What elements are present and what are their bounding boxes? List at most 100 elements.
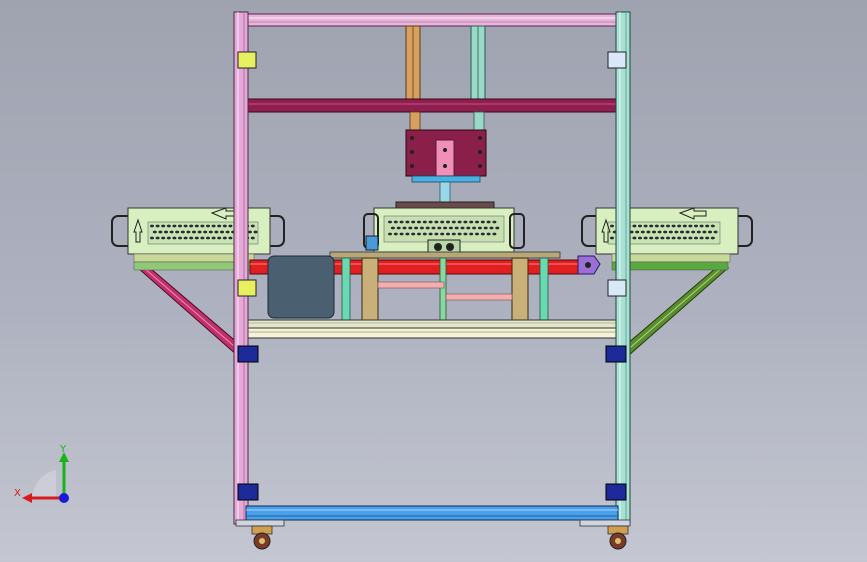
cross-beam[interactable] [245, 98, 619, 113]
vent-hole [172, 236, 177, 240]
table-legs[interactable] [341, 257, 549, 323]
vertical-guide-left[interactable] [405, 25, 421, 101]
vent-hole [460, 226, 465, 230]
vent-hole [680, 230, 684, 234]
vent-hole [206, 224, 210, 228]
vent-hole [635, 230, 640, 234]
right-frame-post[interactable] [615, 11, 631, 525]
top-beam[interactable] [243, 13, 621, 27]
vent-hole [448, 226, 453, 230]
vent-hole [161, 224, 166, 228]
right-side-brace[interactable] [619, 267, 730, 357]
center-machine[interactable] [363, 201, 525, 255]
vent-hole [431, 226, 436, 230]
platform[interactable] [245, 319, 619, 339]
assembly-drawing[interactable] [0, 0, 867, 562]
vent-hole [457, 232, 462, 236]
vent-hole [388, 220, 392, 224]
vent-hole [161, 236, 166, 240]
vent-hole [183, 236, 188, 240]
vent-hole [402, 226, 407, 230]
vent-hole [646, 230, 651, 234]
vent-hole [422, 232, 427, 236]
vent-hole [446, 220, 450, 224]
vent-hole [440, 232, 445, 236]
right-caster-wheel[interactable] [607, 525, 629, 550]
vent-hole [425, 226, 430, 230]
vent-hole [486, 220, 491, 224]
vent-hole [200, 236, 205, 240]
vent-hole [469, 220, 474, 224]
vent-hole [475, 220, 479, 224]
vent-hole [489, 226, 494, 230]
vent-hole [155, 224, 160, 228]
vent-hole [417, 232, 421, 236]
vent-hole [189, 236, 194, 240]
vent-hole [189, 224, 194, 228]
vent-hole [495, 226, 500, 230]
vent-hole [428, 232, 433, 236]
vent-hole [463, 220, 468, 224]
bottom-beam[interactable] [235, 505, 631, 527]
vent-hole [211, 236, 216, 240]
left-side-brace[interactable] [136, 267, 247, 357]
vent-hole [466, 226, 471, 230]
vent-hole [169, 230, 174, 234]
vent-hole [250, 236, 255, 240]
vent-hole [685, 230, 690, 234]
vent-hole [158, 230, 163, 234]
vent-hole [677, 224, 682, 228]
vent-hole [208, 230, 213, 234]
vent-hole [660, 224, 665, 228]
vent-hole [175, 230, 180, 234]
vent-hole [674, 230, 679, 234]
vent-hole [640, 230, 645, 234]
vent-hole [411, 232, 416, 236]
vent-hole [480, 220, 485, 224]
vent-hole [393, 232, 398, 236]
vent-hole [688, 224, 693, 228]
vent-hole [228, 224, 233, 228]
vent-hole [694, 236, 698, 240]
vent-hole [155, 236, 160, 240]
vent-hole [632, 224, 637, 228]
left-frame-post[interactable] [233, 11, 249, 525]
vent-hole [446, 232, 450, 236]
vent-hole [671, 224, 676, 228]
vent-hole [663, 230, 668, 234]
cad-viewport[interactable]: Y X [0, 0, 867, 562]
vent-hole [654, 236, 659, 240]
vent-hole [666, 224, 670, 228]
vent-hole [475, 232, 479, 236]
vertical-guide-right[interactable] [470, 25, 486, 101]
vent-hole [206, 236, 210, 240]
vent-hole [486, 232, 491, 236]
press-head[interactable] [405, 129, 487, 203]
y-axis-label: Y [59, 444, 67, 455]
vent-hole [388, 232, 392, 236]
dark-cabinet[interactable] [267, 255, 335, 319]
vent-hole [443, 226, 448, 230]
vent-hole [677, 236, 682, 240]
vent-hole [172, 224, 177, 228]
vent-hole [643, 224, 648, 228]
vent-hole [220, 230, 224, 234]
vent-hole [228, 236, 233, 240]
vent-hole [183, 224, 188, 228]
vent-hole [194, 224, 199, 228]
vent-hole [492, 220, 497, 224]
vent-hole [440, 220, 445, 224]
right-feeder-unit[interactable] [581, 207, 753, 271]
vent-hole [477, 226, 482, 230]
vent-hole [178, 224, 182, 228]
vent-hole [451, 220, 456, 224]
z-axis-dot-icon [59, 493, 69, 503]
vent-hole [222, 236, 227, 240]
vent-hole [451, 232, 456, 236]
vent-hole [186, 230, 191, 234]
vent-hole [408, 226, 413, 230]
vent-hole [472, 226, 477, 230]
vent-hole [419, 226, 424, 230]
vent-hole [705, 236, 710, 240]
left-caster-wheel[interactable] [251, 525, 273, 550]
